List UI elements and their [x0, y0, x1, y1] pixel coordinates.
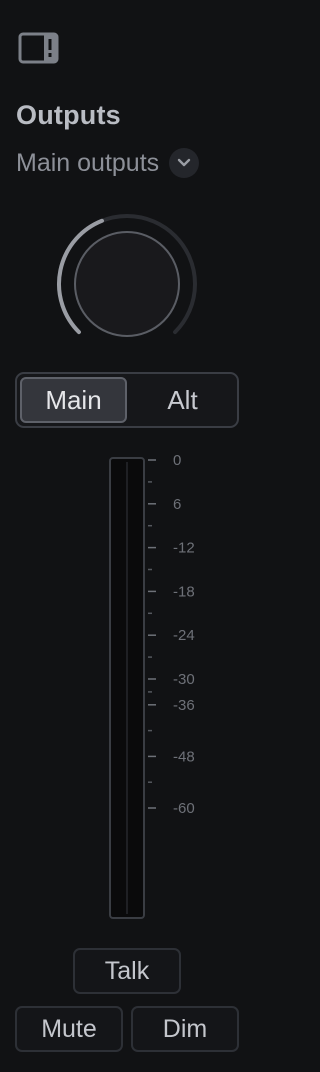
meter-scale-label: -30 — [173, 671, 195, 688]
output-level-meter: 0 6 -12 -18 -24 -30 -36 -48 -60 — [109, 452, 195, 919]
meter-scale: 0 6 -12 -18 -24 -30 -36 -48 -60 — [148, 452, 195, 817]
talk-button[interactable]: Talk — [73, 948, 181, 994]
volume-knob[interactable] — [52, 206, 202, 356]
chevron-down-icon — [169, 148, 200, 178]
meter-scale-label: -60 — [173, 800, 195, 817]
section-title: Outputs — [16, 100, 121, 130]
panel-toggle-button[interactable] — [18, 31, 60, 65]
meter-scale-label: -36 — [173, 697, 195, 714]
sidebar-panel-icon — [18, 32, 59, 64]
meter-scale-label: -18 — [173, 583, 195, 600]
meter-scale-label: -24 — [173, 627, 195, 644]
alt-monitor-button[interactable]: Alt — [131, 377, 234, 423]
meter-scale-label: 6 — [173, 496, 181, 513]
output-selector[interactable]: Main outputs — [16, 146, 200, 180]
monitor-toggle: Main Alt — [15, 372, 239, 428]
meter-scale-label: -12 — [173, 540, 195, 557]
mute-button[interactable]: Mute — [15, 1006, 123, 1052]
main-monitor-button[interactable]: Main — [20, 377, 127, 423]
meter-scale-label: -48 — [173, 748, 195, 765]
output-selector-label: Main outputs — [16, 148, 160, 177]
meter-scale-label: 0 — [173, 452, 181, 469]
dim-button[interactable]: Dim — [131, 1006, 239, 1052]
volume-knob-graphic — [57, 214, 197, 337]
